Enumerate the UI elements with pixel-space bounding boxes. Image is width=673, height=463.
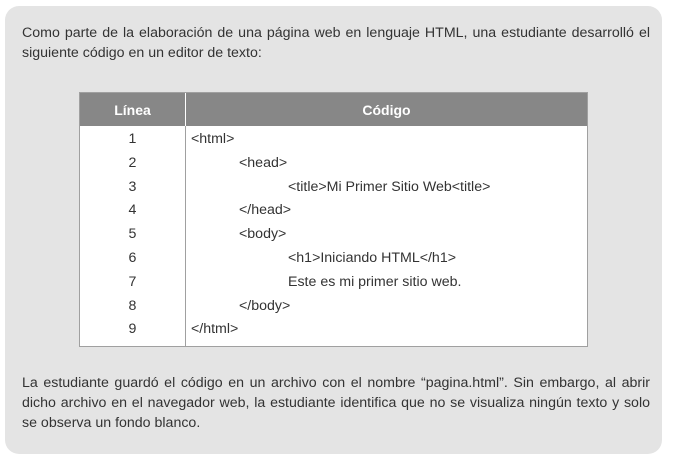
code-table: Línea Código 1 2 3 4 5 6 7 8 9 <html> <h…: [79, 92, 588, 348]
line-number: 3: [128, 178, 137, 195]
line-number-column: 1 2 3 4 5 6 7 8 9: [80, 126, 186, 347]
table-header: Línea Código: [80, 93, 587, 126]
code-column: <html> <head> <title>Mi Primer Sitio Web…: [186, 128, 587, 342]
line-number: 9: [128, 321, 137, 338]
line-number: 6: [128, 249, 137, 266]
line-number: 7: [128, 273, 137, 290]
intro-paragraph: Como parte de la elaboración de una pági…: [22, 25, 650, 61]
line-number: 4: [128, 202, 137, 219]
header-line: Línea: [80, 93, 186, 126]
code-line: <h1>Iniciando HTML</h1>: [288, 249, 456, 266]
code-line: <body>: [239, 226, 287, 243]
code-line: </head>: [239, 202, 292, 219]
line-number: 8: [128, 297, 137, 314]
outro-paragraph: La estudiante guardó el código en un arc…: [22, 375, 650, 431]
table-body: 1 2 3 4 5 6 7 8 9 <html> <head> <title>M…: [80, 126, 587, 347]
header-code: Código: [362, 101, 411, 118]
line-number: 1: [128, 131, 137, 147]
line-number: 2: [128, 154, 137, 171]
code-line: <html>: [191, 131, 235, 147]
code-line: </html>: [191, 321, 239, 338]
code-line: </body>: [239, 297, 291, 314]
code-line: Este es mi primer sitio web.: [288, 273, 462, 290]
code-line: <head>: [239, 154, 288, 171]
question-card: Como parte de la elaboración de una pági…: [5, 6, 662, 454]
line-number: 5: [128, 226, 137, 243]
code-line: <title>Mi Primer Sitio Web<title>: [288, 178, 491, 195]
